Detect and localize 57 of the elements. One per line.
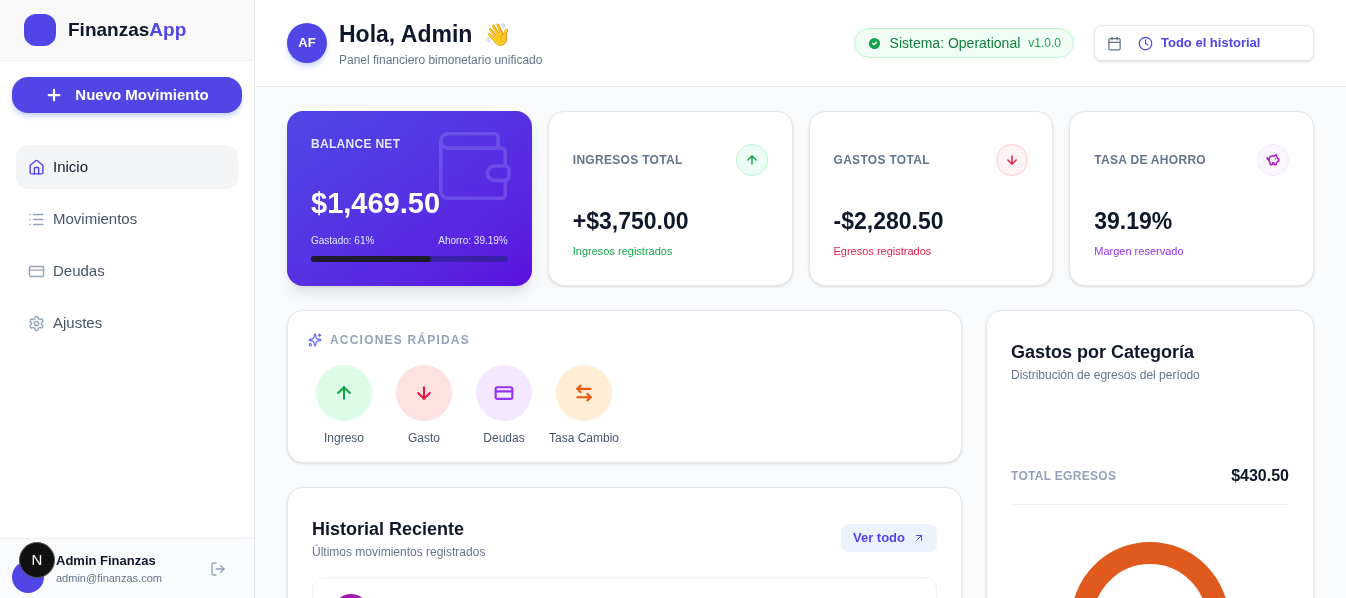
greeting-title: Hola, Admin xyxy=(339,19,473,49)
stat-label: INGRESOS TOTAL xyxy=(572,152,683,169)
quick-actions-title: ACCIONES RÁPIDAS xyxy=(330,331,470,349)
card-icon xyxy=(494,383,514,403)
total-value: $430.50 xyxy=(1231,466,1289,486)
arrow-down-icon xyxy=(996,144,1029,176)
dev-badge[interactable]: N xyxy=(19,542,55,578)
total-label: TOTAL EGRESOS xyxy=(1011,468,1117,485)
savings-label: Ahorro: 39.19% xyxy=(438,234,508,248)
quick-action-label: Gasto xyxy=(408,430,440,447)
arrow-up-right-icon xyxy=(913,532,925,544)
stat-value: 39.19% xyxy=(1094,207,1174,236)
check-icon xyxy=(866,35,882,51)
user-email: admin@finanzas.com xyxy=(56,571,162,586)
balance-label: BALANCE NET xyxy=(311,136,402,153)
avatar: AF xyxy=(287,23,327,63)
nav-item[interactable]: Movimientos xyxy=(16,197,238,241)
nav-item[interactable]: Ajustes xyxy=(16,301,238,345)
category-title: Gastos por Categoría xyxy=(1011,341,1196,364)
stat-note: Egresos registrados xyxy=(833,243,933,259)
date-range-button[interactable]: Todo el historial xyxy=(1094,25,1314,61)
home-icon xyxy=(28,158,45,176)
history-subtitle: Últimos movimientos registrados xyxy=(312,543,486,561)
stat-value: -$2,280.50 xyxy=(833,207,945,236)
quick-action-button[interactable] xyxy=(556,365,612,421)
brand-name: FinanzasApp xyxy=(68,17,187,42)
nav-item[interactable]: Inicio xyxy=(16,145,238,189)
quick-action-label: Deudas xyxy=(483,430,525,447)
piggy-bank-icon xyxy=(1257,144,1289,176)
quick-action-button[interactable] xyxy=(476,365,532,421)
stat-label: TASA DE AHORRO xyxy=(1094,152,1206,169)
header-subtitle: Panel financiero bimonetario unificado xyxy=(339,52,543,70)
new-movement-button[interactable]: Nuevo Movimiento xyxy=(12,77,242,113)
wave-emoji: 👋 xyxy=(484,20,512,49)
arrow-up-icon xyxy=(735,144,768,176)
spent-label: Gastado: 61% xyxy=(311,234,375,248)
view-all-button[interactable]: Ver todo xyxy=(841,524,937,552)
status-badge: Sistema: Operational v1.0.0 xyxy=(853,28,1074,58)
stat-note: Margen reservado xyxy=(1094,243,1185,259)
history-title: Historial Reciente xyxy=(312,518,466,541)
settings-icon xyxy=(28,314,45,332)
nav-item[interactable]: Deudas xyxy=(16,249,238,293)
category-subtitle: Distribución de egresos del período xyxy=(1011,367,1201,384)
arrow-down-icon xyxy=(414,383,434,403)
clock-icon xyxy=(1138,35,1153,51)
stat-note: Ingresos registrados xyxy=(572,243,674,259)
logo-icon xyxy=(24,14,56,46)
stat-label: GASTOS TOTAL xyxy=(833,152,930,169)
quick-action-label: Ingreso xyxy=(324,430,364,447)
quick-action-label: Tasa Cambio xyxy=(549,430,619,447)
sparkles-icon xyxy=(308,333,322,347)
stat-value: +$3,750.00 xyxy=(572,207,690,236)
user-name: Admin Finanzas xyxy=(56,551,157,570)
calendar-icon xyxy=(1107,35,1122,51)
balance-value: $1,469.50 xyxy=(311,186,441,221)
logout-icon[interactable] xyxy=(210,560,226,577)
swap-arrows-icon xyxy=(574,383,594,403)
